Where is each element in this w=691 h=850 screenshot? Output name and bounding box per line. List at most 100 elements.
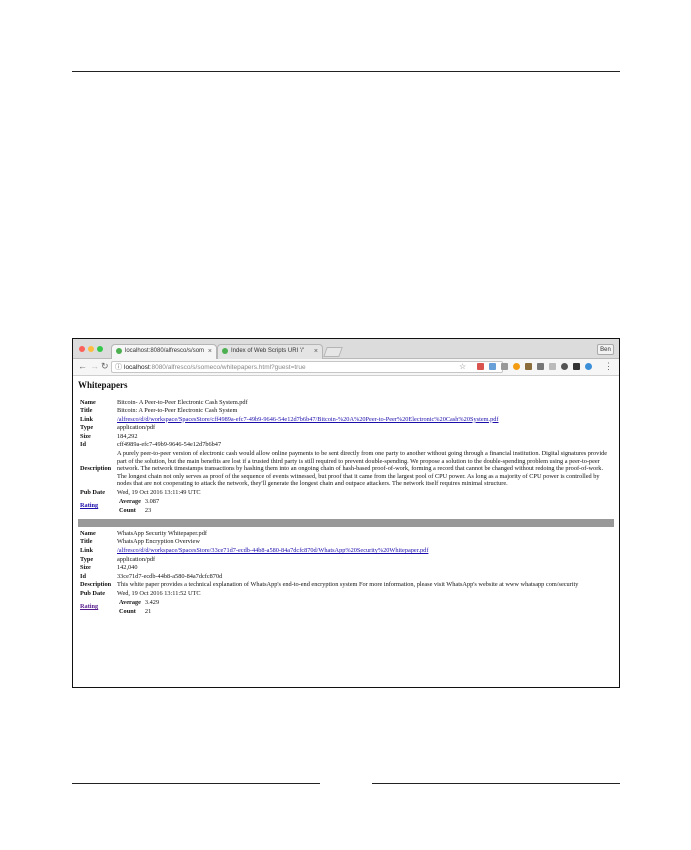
record-row-link: Link /alfresco/d/d/workspace/SpacesStore… (78, 415, 614, 424)
url-host: localhost (124, 364, 150, 371)
rating-table: Average 3.429 Count 21 (117, 599, 161, 616)
tab-title: localhost:8080/alfresco/s/som (125, 348, 205, 354)
top-rule (72, 71, 620, 72)
rating-table: Average 3.087 Count 23 (117, 498, 161, 515)
new-tab-button[interactable] (323, 347, 343, 357)
record-row-description: Description A purely peer-to-peer versio… (78, 450, 614, 489)
whitepaper-record: Name Bitcoin- A Peer-to-Peer Electronic … (78, 398, 614, 515)
field-label: Name (80, 529, 96, 537)
count-value: 21 (144, 607, 152, 615)
field-label: Description (80, 465, 112, 473)
field-value: Bitcoin: A Peer-to-Peer Electronic Cash … (117, 407, 238, 415)
record-row-name: Name WhatsApp Security Whitepaper.pdf (78, 529, 614, 538)
record-row-size: Size 184,292 (78, 432, 614, 441)
camera-extension-icon[interactable] (501, 363, 508, 370)
whitepaper-record: Name WhatsApp Security Whitepaper.pdf Ti… (78, 529, 614, 616)
close-tab-icon[interactable]: × (314, 345, 318, 358)
record-row-description: Description This white paper provides a … (78, 581, 614, 590)
count-label: Count (119, 506, 136, 514)
info-icon[interactable]: ⓘ (115, 362, 122, 372)
field-value: 184,292 (117, 432, 138, 440)
average-value: 3.087 (144, 498, 160, 506)
footnote-rule-left (72, 783, 320, 784)
field-value: Bitcoin- A Peer-to-Peer Electronic Cash … (117, 398, 248, 406)
average-label: Average (119, 599, 141, 607)
record-separator (78, 519, 614, 528)
record-row-id: Id 33ce71d7-ecdb-44b8-a580-84a7dcfc870d (78, 572, 614, 581)
field-value: Wed, 19 Oct 2016 13:11:49 UTC (117, 489, 201, 497)
back-arrow-icon[interactable]: ← (78, 361, 87, 371)
field-value: cff4989a-efc7-49b9-9646-54e12d7b6b47 (117, 441, 222, 449)
field-label: Title (80, 407, 93, 415)
minimize-window-icon[interactable] (88, 346, 94, 352)
field-label: Link (80, 415, 93, 423)
record-row-pub-date: Pub Date Wed, 19 Oct 2016 13:11:49 UTC (78, 489, 614, 498)
average-label: Average (119, 498, 141, 506)
url-path: :8080/alfresco/s/someco/whitepapers.html… (149, 364, 306, 371)
reload-icon[interactable]: ↻ (101, 361, 109, 372)
field-label: Link (80, 547, 93, 554)
field-label: Pub Date (80, 489, 106, 497)
record-row-rating: Rating Average 3.087 Count 23 (78, 497, 614, 515)
tab-web-scripts-index[interactable]: Index of Web Scripts URI '/' × (217, 344, 323, 359)
reader-extension-icon[interactable] (549, 363, 556, 370)
footnote-rule-right (372, 783, 620, 784)
record-row-link: Link /alfresco/d/d/workspace/SpacesStore… (78, 547, 614, 556)
average-value: 3.429 (144, 599, 160, 607)
page-content: Whitepapers Name Bitcoin- A Peer-to-Peer… (78, 378, 614, 616)
profile-button[interactable]: Ben (597, 344, 614, 355)
record-row-title: Title WhatsApp Encryption Overview (78, 538, 614, 547)
field-label: Size (80, 432, 91, 440)
download-link[interactable]: /alfresco/d/d/workspace/SpacesStore/33ce… (117, 547, 428, 554)
field-value: A purely peer-to-peer version of electro… (117, 450, 608, 488)
hat-extension-icon[interactable] (561, 363, 568, 370)
rating-link[interactable]: Rating (80, 502, 98, 509)
tab-whitepapers[interactable]: localhost:8080/alfresco/s/som × (111, 344, 217, 359)
count-label: Count (119, 607, 136, 615)
globe-extension-icon[interactable] (585, 363, 592, 370)
field-label: Pub Date (80, 589, 106, 597)
field-value: application/pdf (117, 424, 156, 432)
chrome-favicon-icon (116, 348, 122, 354)
tab-bar: localhost:8080/alfresco/s/som × Index of… (73, 339, 619, 359)
forward-arrow-icon[interactable]: → (90, 361, 99, 371)
field-value: 33ce71d7-ecdb-44b8-a580-84a7dcfc870d (117, 572, 223, 580)
bookmark-star-icon[interactable]: ☆ (459, 362, 466, 371)
record-row-pub-date: Pub Date Wed, 19 Oct 2016 13:11:52 UTC (78, 589, 614, 598)
field-value: WhatsApp Security Whitepaper.pdf (117, 529, 207, 537)
record-row-rating: Rating Average 3.429 Count 21 (78, 598, 614, 616)
briefcase-extension-icon[interactable] (525, 363, 532, 370)
close-tab-icon[interactable]: × (208, 345, 212, 358)
field-label: Id (80, 572, 86, 580)
mail-extension-icon[interactable] (489, 363, 496, 370)
field-value: WhatsApp Encryption Overview (117, 538, 200, 546)
calendar-extension-icon[interactable] (477, 363, 484, 370)
chrome-favicon-icon (222, 348, 228, 354)
record-row-name: Name Bitcoin- A Peer-to-Peer Electronic … (78, 398, 614, 407)
field-label: Type (80, 555, 94, 563)
field-label: Type (80, 424, 94, 432)
zoom-window-icon[interactable] (97, 346, 103, 352)
record-row-type: Type application/pdf (78, 424, 614, 433)
record-row-type: Type application/pdf (78, 555, 614, 564)
field-label: Size (80, 564, 91, 572)
address-bar[interactable]: ⓘ localhost:8080/alfresco/s/someco/whitep… (111, 361, 503, 373)
rating-link[interactable]: Rating (80, 603, 98, 610)
tab-title: Index of Web Scripts URI '/' (231, 348, 304, 354)
pocket-extension-icon[interactable] (513, 363, 520, 370)
field-value: application/pdf (117, 555, 156, 563)
close-window-icon[interactable] (79, 346, 85, 352)
record-row-size: Size 142,040 (78, 564, 614, 573)
count-value: 23 (144, 506, 152, 514)
dark-extension-icon[interactable] (573, 363, 580, 370)
field-value: 142,040 (117, 564, 138, 572)
screenshot-extension-icon[interactable] (537, 363, 544, 370)
field-value: This white paper provides a technical ex… (117, 581, 579, 589)
download-link[interactable]: /alfresco/d/d/workspace/SpacesStore/cff4… (117, 416, 499, 423)
browser-screenshot: localhost:8080/alfresco/s/som × Index of… (72, 338, 620, 688)
field-label: Title (80, 538, 93, 546)
browser-menu-icon[interactable]: ⋮ (604, 361, 613, 372)
field-value: Wed, 19 Oct 2016 13:11:52 UTC (117, 589, 201, 597)
record-row-title: Title Bitcoin: A Peer-to-Peer Electronic… (78, 407, 614, 416)
field-label: Description (80, 581, 112, 589)
